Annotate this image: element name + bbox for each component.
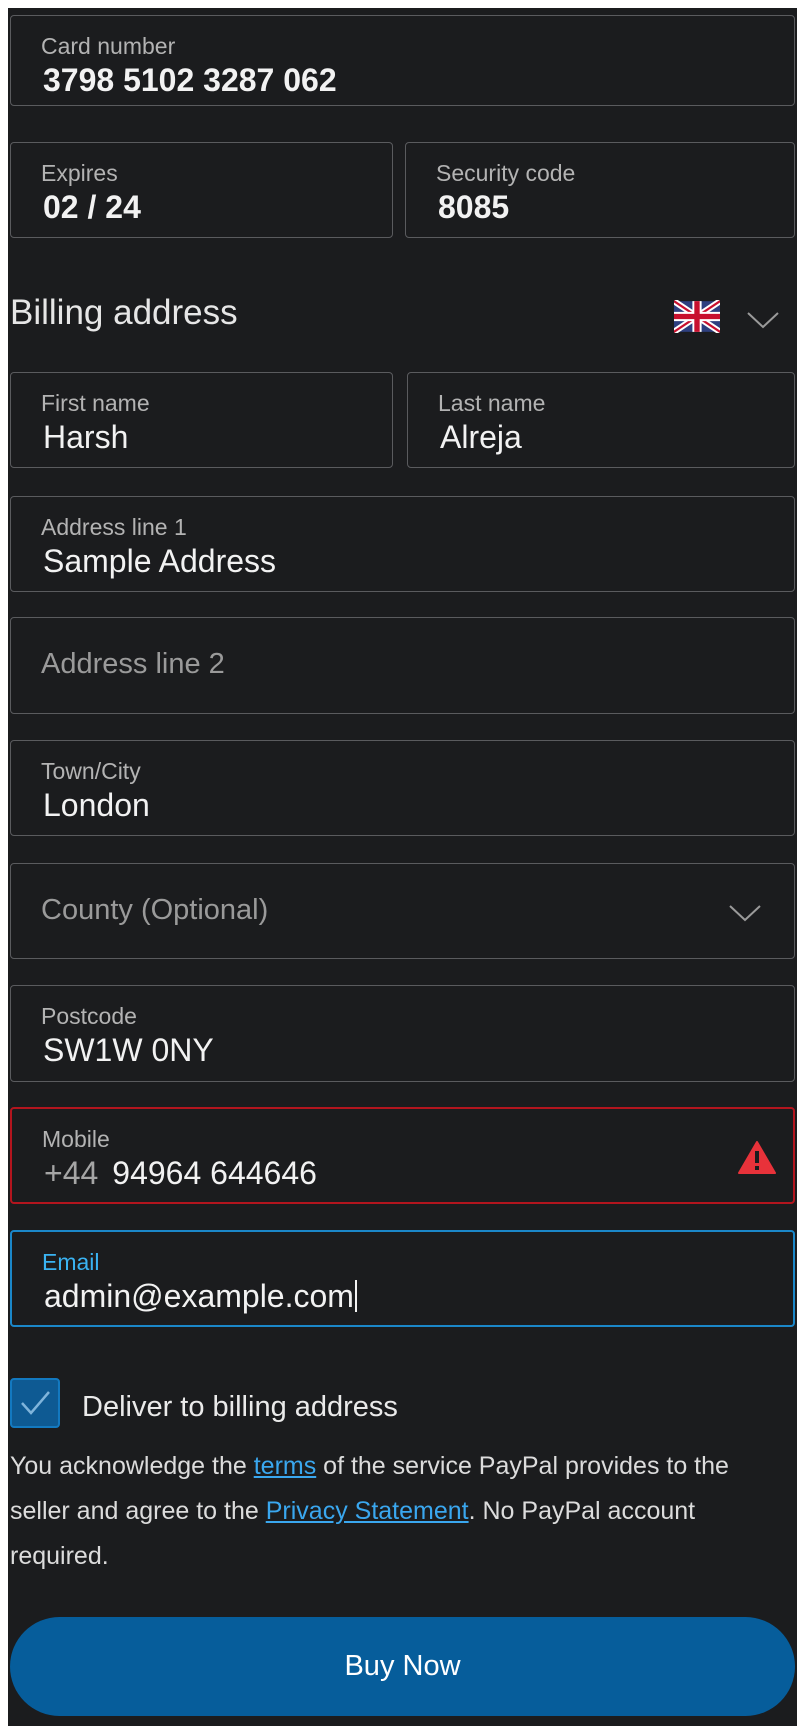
address-line-2-placeholder: Address line 2 [41, 648, 225, 680]
postcode-label: Postcode [41, 1003, 137, 1029]
legal-notice: You acknowledge the terms of the service… [10, 1444, 770, 1579]
expires-value: 02 / 24 [43, 189, 141, 225]
town-city-value: London [43, 787, 150, 823]
town-city-label: Town/City [41, 758, 141, 784]
text-cursor [354, 1280, 357, 1312]
deliver-to-billing-label: Deliver to billing address [82, 1391, 398, 1423]
card-number-value: 3798 5102 3287 062 [43, 62, 337, 98]
country-chevron-down-icon[interactable] [746, 311, 780, 329]
county-placeholder: County (Optional) [41, 894, 269, 926]
county-chevron-down-icon [729, 905, 761, 922]
checkout-form: Card number 3798 5102 3287 062 Expires 0… [8, 8, 797, 1726]
expires-label: Expires [41, 160, 118, 186]
email-input-value: admin@example.com [44, 1278, 357, 1315]
mobile-label: Mobile [42, 1126, 110, 1152]
mobile-number: +44 94964 644646 [44, 1155, 317, 1192]
email-label: Email [42, 1249, 100, 1275]
first-name-label: First name [41, 390, 150, 416]
first-name-field[interactable]: First name Harsh [10, 372, 393, 468]
county-select[interactable]: County (Optional) [10, 863, 795, 959]
first-name-value: Harsh [43, 419, 129, 455]
address-line-1-field[interactable]: Address line 1 Sample Address [10, 496, 795, 592]
security-code-label: Security code [436, 160, 576, 186]
deliver-to-billing-checkbox[interactable] [10, 1378, 60, 1428]
postcode-field[interactable]: Postcode SW1W 0NY [10, 985, 795, 1082]
card-number-field[interactable]: Card number 3798 5102 3287 062 [10, 15, 795, 106]
address-line-2-field[interactable]: Address line 2 [10, 617, 795, 714]
email-value: admin@example.com [44, 1278, 354, 1314]
warning-icon [738, 1141, 776, 1174]
last-name-label: Last name [438, 390, 546, 416]
mobile-value: 94964 644646 [112, 1155, 317, 1191]
postcode-value: SW1W 0NY [43, 1032, 214, 1068]
town-city-field[interactable]: Town/City London [10, 740, 795, 836]
expires-field[interactable]: Expires 02 / 24 [10, 142, 393, 238]
buy-now-button[interactable]: Buy Now [10, 1617, 795, 1716]
address-line-1-value: Sample Address [43, 543, 277, 579]
uk-flag-icon[interactable] [674, 300, 720, 333]
checkmark-icon [21, 1391, 50, 1415]
legal-text-start: You acknowledge the [10, 1452, 254, 1480]
billing-address-title: Billing address [10, 293, 238, 332]
card-number-label: Card number [41, 33, 176, 59]
address-line-1-label: Address line 1 [41, 514, 187, 540]
mobile-country-prefix: +44 [44, 1155, 99, 1191]
security-code-field[interactable]: Security code 8085 [405, 142, 795, 238]
last-name-value: Alreja [440, 419, 522, 455]
email-field[interactable]: Email admin@example.com [10, 1230, 795, 1327]
last-name-field[interactable]: Last name Alreja [407, 372, 795, 468]
terms-link[interactable]: terms [254, 1452, 317, 1480]
mobile-field[interactable]: Mobile +44 94964 644646 [10, 1107, 795, 1204]
security-code-value: 8085 [438, 189, 510, 225]
privacy-statement-link[interactable]: Privacy Statement [266, 1497, 469, 1525]
